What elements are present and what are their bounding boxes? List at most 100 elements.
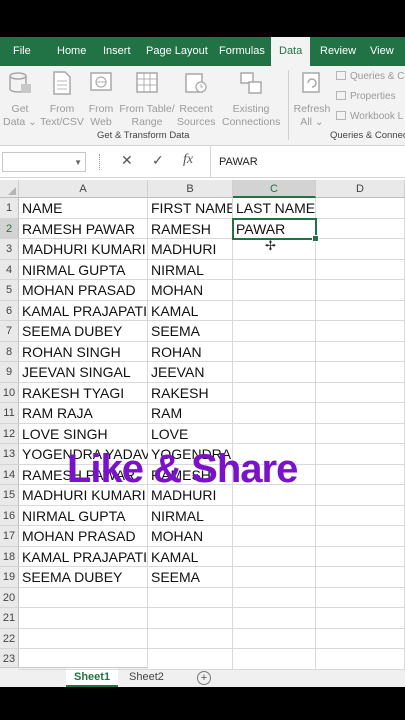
cell-c[interactable]: [233, 505, 316, 526]
cell-c[interactable]: [233, 280, 316, 301]
row-header[interactable]: 1: [0, 198, 19, 219]
cell-d[interactable]: [316, 239, 405, 260]
cell-b[interactable]: ROHAN: [148, 341, 233, 362]
row-header[interactable]: 5: [0, 280, 19, 301]
cell-c[interactable]: [233, 382, 316, 403]
cell-c[interactable]: LAST NAME: [233, 198, 316, 219]
from-table-range-button[interactable]: From Table/ Range: [118, 70, 176, 129]
cell-b[interactable]: RAM: [148, 403, 233, 424]
refresh-all-button[interactable]: Refresh All ⌄: [292, 70, 332, 129]
cell-d[interactable]: [316, 198, 405, 219]
cell-b[interactable]: [148, 587, 233, 608]
cell-b[interactable]: NIRMAL: [148, 259, 233, 280]
cell-d[interactable]: [316, 218, 405, 239]
cell-d[interactable]: [316, 423, 405, 444]
row-header[interactable]: 17: [0, 526, 19, 547]
cell-c[interactable]: [233, 341, 316, 362]
cell-a[interactable]: NIRMAL GUPTA: [19, 505, 148, 526]
get-data-button[interactable]: Get Data ⌄: [2, 70, 38, 129]
cell-a[interactable]: [19, 628, 148, 649]
cell-d[interactable]: [316, 628, 405, 649]
cell-b[interactable]: RAMESH: [148, 218, 233, 239]
cell-d[interactable]: [316, 505, 405, 526]
cell-b[interactable]: JEEVAN: [148, 362, 233, 383]
row-header[interactable]: 7: [0, 321, 19, 342]
cell-d[interactable]: [316, 362, 405, 383]
cell-a[interactable]: RAMESH PAWAR: [19, 218, 148, 239]
column-header-b[interactable]: B: [148, 180, 233, 198]
cell-d[interactable]: [316, 321, 405, 342]
cell-c[interactable]: [233, 300, 316, 321]
row-header[interactable]: 13: [0, 444, 19, 465]
cell-c[interactable]: [233, 526, 316, 547]
tab-data[interactable]: Data: [271, 37, 311, 66]
cell-c[interactable]: [233, 423, 316, 444]
cell-c[interactable]: [233, 587, 316, 608]
cell-d[interactable]: [316, 608, 405, 629]
cell-a[interactable]: ROHAN SINGH: [19, 341, 148, 362]
add-sheet-icon[interactable]: +: [197, 671, 211, 685]
cell-b[interactable]: MOHAN: [148, 526, 233, 547]
cell-d[interactable]: [316, 587, 405, 608]
cell-b[interactable]: NIRMAL: [148, 505, 233, 526]
row-header[interactable]: 3: [0, 239, 19, 260]
cell-a[interactable]: [19, 608, 148, 629]
from-web-button[interactable]: From Web: [86, 70, 116, 129]
cell-d[interactable]: [316, 280, 405, 301]
cell-b[interactable]: [148, 628, 233, 649]
properties-button[interactable]: Properties: [336, 91, 396, 102]
existing-connections-button[interactable]: Existing Connections: [222, 70, 280, 129]
cell-c[interactable]: [233, 608, 316, 629]
cell-a[interactable]: KAMAL PRAJAPATI: [19, 300, 148, 321]
cell-d[interactable]: [316, 649, 405, 670]
cell-c[interactable]: [233, 628, 316, 649]
cell-b[interactable]: SEEMA: [148, 321, 233, 342]
cell-d[interactable]: [316, 300, 405, 321]
cell-b[interactable]: MADHURI: [148, 239, 233, 260]
sheet-tab-sheet1[interactable]: Sheet1: [66, 668, 119, 687]
sheet-tab-sheet2[interactable]: Sheet2: [121, 668, 172, 687]
cell-c[interactable]: [233, 259, 316, 280]
cell-d[interactable]: [316, 485, 405, 506]
queries-connections-button[interactable]: Queries & C: [336, 71, 404, 82]
row-header[interactable]: 20: [0, 587, 19, 608]
cell-a[interactable]: MOHAN PRASAD: [19, 280, 148, 301]
row-header[interactable]: 4: [0, 259, 19, 280]
row-header[interactable]: 8: [0, 341, 19, 362]
cell-a[interactable]: MADHURI KUMARI: [19, 239, 148, 260]
cell-b[interactable]: KAMAL: [148, 546, 233, 567]
cancel-icon[interactable]: ✕: [121, 152, 133, 169]
cell-c[interactable]: [233, 567, 316, 588]
tab-formulas[interactable]: Formulas: [219, 37, 265, 66]
row-header[interactable]: 19: [0, 567, 19, 588]
cell-a[interactable]: RAM RAJA: [19, 403, 148, 424]
cell-b[interactable]: [148, 608, 233, 629]
cell-d[interactable]: [316, 526, 405, 547]
cell-b[interactable]: MOHAN: [148, 280, 233, 301]
row-header[interactable]: 21: [0, 608, 19, 629]
name-box[interactable]: ▼: [2, 152, 86, 172]
cell-b[interactable]: FIRST NAME: [148, 198, 233, 219]
from-text-csv-button[interactable]: From Text/CSV: [40, 70, 84, 129]
worksheet-grid[interactable]: A B C D 1 NAME FIRST NAME LAST NAME 2 RAMESH …: [0, 178, 405, 670]
row-header[interactable]: 2: [0, 218, 19, 239]
tab-insert[interactable]: Insert: [103, 37, 131, 66]
column-header-a[interactable]: A: [19, 180, 148, 198]
column-header-d[interactable]: D: [316, 180, 405, 198]
workbook-links-button[interactable]: Workbook L: [336, 111, 403, 122]
tab-view[interactable]: View: [370, 37, 394, 66]
cell-d[interactable]: [316, 341, 405, 362]
cell-d[interactable]: [316, 259, 405, 280]
cell-d[interactable]: [316, 567, 405, 588]
tab-file[interactable]: File: [13, 37, 31, 66]
row-header[interactable]: 11: [0, 403, 19, 424]
row-header[interactable]: 12: [0, 423, 19, 444]
cell-b[interactable]: RAKESH: [148, 382, 233, 403]
cell-a[interactable]: KAMAL PRAJAPATI: [19, 546, 148, 567]
tab-home[interactable]: Home: [57, 37, 86, 66]
cell-a[interactable]: [19, 649, 148, 670]
insert-function-icon[interactable]: fx: [183, 152, 193, 168]
select-all-corner[interactable]: [0, 180, 19, 198]
cell-a[interactable]: JEEVAN SINGAL: [19, 362, 148, 383]
row-header[interactable]: 18: [0, 546, 19, 567]
